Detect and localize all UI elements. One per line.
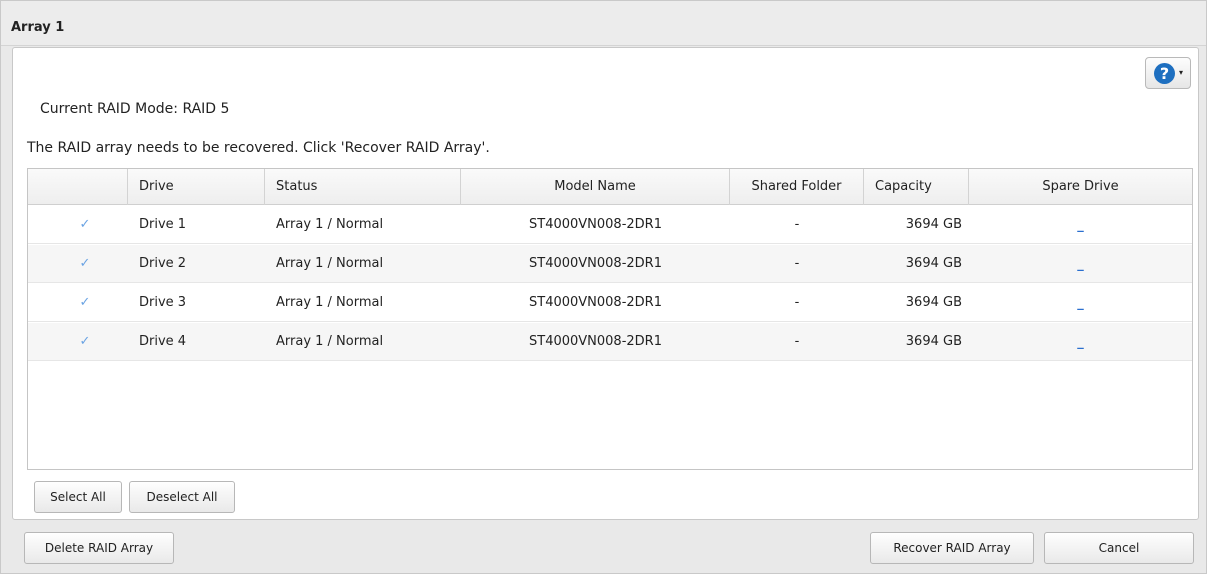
shared-folder-cell: - [794, 334, 800, 349]
column-header-status[interactable]: Status [265, 169, 461, 205]
table-header: Drive Status Model Name Shared Folder Ca… [28, 169, 1192, 205]
status-cell: Array 1 / Normal [276, 334, 384, 349]
raid-mode-label: Current RAID Mode: RAID 5 [40, 101, 230, 117]
shared-folder-cell: - [794, 295, 800, 310]
select-all-button[interactable]: Select All [34, 481, 122, 513]
capacity-cell: 3694 GB [905, 334, 962, 349]
spare-drive-link[interactable]: _ [969, 245, 1192, 283]
model-cell: ST4000VN008-2DR1 [529, 217, 662, 232]
recovery-notice: The RAID array needs to be recovered. Cl… [27, 140, 490, 156]
table-row[interactable]: ✓ Drive 4 Array 1 / Normal ST4000VN008-2… [28, 323, 1192, 361]
row-checkbox[interactable]: ✓ [78, 218, 92, 232]
drive-cell: Drive 2 [139, 256, 187, 271]
shared-folder-cell: - [794, 217, 800, 232]
row-checkbox[interactable]: ✓ [78, 257, 92, 271]
spare-drive-link[interactable]: _ [969, 284, 1192, 322]
capacity-cell: 3694 GB [905, 217, 962, 232]
dialog-panel: ? ▾ Current RAID Mode: RAID 5 The RAID a… [12, 47, 1199, 520]
table-row[interactable]: ✓ Drive 1 Array 1 / Normal ST4000VN008-2… [28, 206, 1192, 244]
delete-raid-array-button[interactable]: Delete RAID Array [24, 532, 174, 564]
column-header-capacity[interactable]: Capacity [864, 169, 969, 205]
help-icon: ? [1154, 63, 1175, 84]
drive-table: Drive Status Model Name Shared Folder Ca… [27, 168, 1193, 470]
array-dialog: Array 1 ? ▾ Current RAID Mode: RAID 5 Th… [0, 0, 1207, 574]
drive-cell: Drive 3 [139, 295, 187, 310]
column-header-shared-folder[interactable]: Shared Folder [730, 169, 864, 205]
status-cell: Array 1 / Normal [276, 217, 384, 232]
spare-drive-link[interactable]: _ [969, 206, 1192, 244]
capacity-cell: 3694 GB [905, 295, 962, 310]
row-checkbox[interactable]: ✓ [78, 335, 92, 349]
column-header-model-name[interactable]: Model Name [461, 169, 730, 205]
column-header-drive[interactable]: Drive [128, 169, 265, 205]
recover-raid-array-button[interactable]: Recover RAID Array [870, 532, 1034, 564]
cancel-button[interactable]: Cancel [1044, 532, 1194, 564]
model-cell: ST4000VN008-2DR1 [529, 256, 662, 271]
column-header-spare-drive[interactable]: Spare Drive [969, 169, 1192, 205]
model-cell: ST4000VN008-2DR1 [529, 295, 662, 310]
column-header-select [28, 169, 128, 205]
status-cell: Array 1 / Normal [276, 295, 384, 310]
drive-cell: Drive 1 [139, 217, 187, 232]
status-cell: Array 1 / Normal [276, 256, 384, 271]
table-row[interactable]: ✓ Drive 2 Array 1 / Normal ST4000VN008-2… [28, 245, 1192, 283]
drive-cell: Drive 4 [139, 334, 187, 349]
dialog-titlebar: Array 1 [1, 1, 1206, 46]
spare-drive-link[interactable]: _ [969, 323, 1192, 361]
dialog-title: Array 1 [11, 20, 65, 35]
deselect-all-button[interactable]: Deselect All [129, 481, 235, 513]
chevron-down-icon: ▾ [1179, 68, 1184, 77]
model-cell: ST4000VN008-2DR1 [529, 334, 662, 349]
help-button[interactable]: ? ▾ [1145, 57, 1191, 89]
shared-folder-cell: - [794, 256, 800, 271]
capacity-cell: 3694 GB [905, 256, 962, 271]
row-checkbox[interactable]: ✓ [78, 296, 92, 310]
table-row[interactable]: ✓ Drive 3 Array 1 / Normal ST4000VN008-2… [28, 284, 1192, 322]
